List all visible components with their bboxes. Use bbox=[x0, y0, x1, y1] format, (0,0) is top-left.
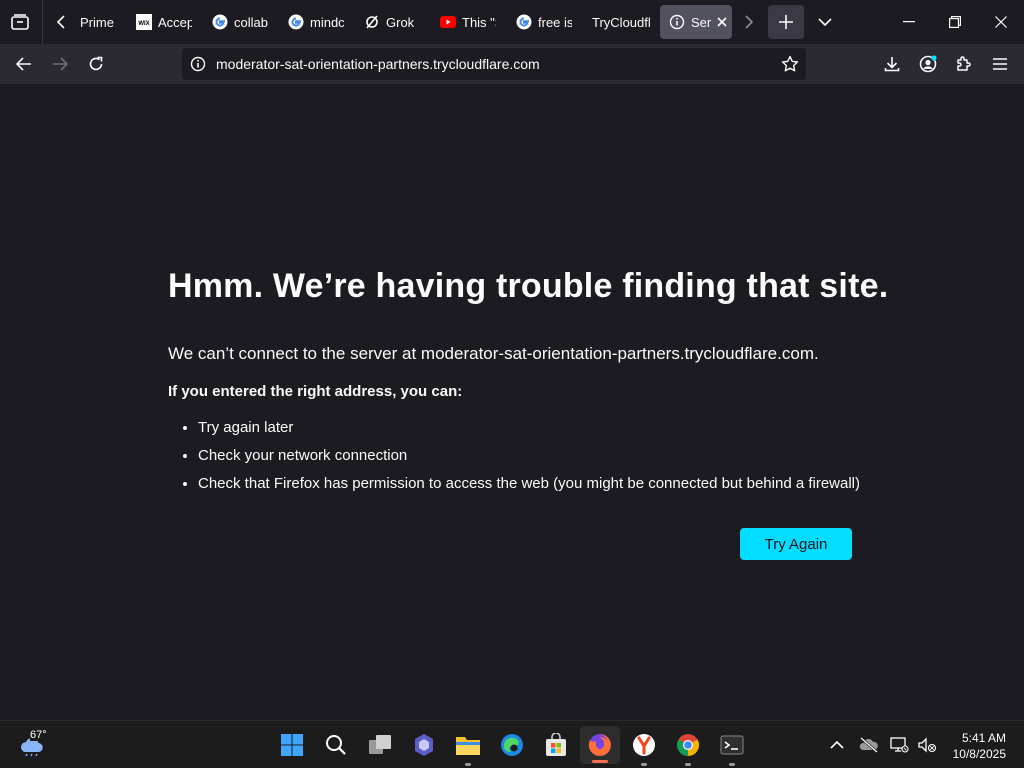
youtube-icon bbox=[440, 14, 456, 30]
tab-label: TryCloudfl bbox=[592, 14, 650, 30]
address-bar[interactable]: moderator-sat-orientation-partners.trycl… bbox=[182, 48, 806, 80]
google-icon bbox=[212, 14, 228, 30]
back-button[interactable] bbox=[8, 48, 40, 80]
error-message: We can’t connect to the server at modera… bbox=[168, 344, 819, 363]
tab-trycloudflare[interactable]: TryCloudfl bbox=[592, 5, 650, 39]
search-button[interactable] bbox=[320, 729, 352, 761]
scroll-tabs-left-icon[interactable] bbox=[50, 11, 72, 33]
tab-label: collab bbox=[234, 14, 268, 30]
yandex-icon bbox=[633, 734, 655, 756]
yandex-browser-app[interactable] bbox=[628, 729, 660, 766]
downloads-icon[interactable] bbox=[876, 48, 908, 80]
tab-wix[interactable]: WIX Accep bbox=[136, 5, 192, 39]
firefox-app[interactable] bbox=[580, 726, 620, 764]
search-icon bbox=[326, 735, 346, 755]
clock-time: 5:41 AM bbox=[961, 731, 1006, 745]
svg-text:WIX: WIX bbox=[138, 21, 149, 27]
reload-button[interactable] bbox=[80, 48, 112, 80]
tab-free-is[interactable]: free is bbox=[516, 5, 572, 39]
tab-mindc[interactable]: mindc bbox=[288, 5, 344, 39]
terminal-app[interactable] bbox=[716, 729, 748, 766]
running-indicator bbox=[592, 760, 608, 763]
folder-icon bbox=[456, 737, 480, 755]
site-info-icon[interactable] bbox=[188, 54, 208, 74]
file-explorer-app[interactable] bbox=[452, 729, 484, 766]
microsoft-store-app[interactable] bbox=[540, 729, 572, 761]
hint-heading: If you entered the right address, you ca… bbox=[168, 383, 463, 400]
tab-strip: Prime WIX Accep collab mindc Grok This "… bbox=[0, 0, 1024, 44]
volume-tray[interactable] bbox=[912, 729, 942, 761]
account-icon[interactable] bbox=[912, 48, 944, 80]
navigation-toolbar: moderator-sat-orientation-partners.trycl… bbox=[0, 44, 1024, 84]
running-indicator bbox=[641, 763, 647, 766]
tab-youtube[interactable]: This "S bbox=[440, 5, 496, 39]
chevron-up-icon bbox=[830, 741, 844, 749]
list-item: Try again later bbox=[198, 414, 860, 442]
url-text[interactable]: moderator-sat-orientation-partners.trycl… bbox=[216, 56, 540, 72]
new-tab-icon[interactable] bbox=[768, 5, 804, 39]
firefox-icon bbox=[588, 734, 611, 756]
running-indicator bbox=[729, 763, 735, 766]
network-tray[interactable] bbox=[884, 729, 914, 761]
list-item: Check your network connection bbox=[198, 442, 860, 470]
copilot-app[interactable] bbox=[408, 729, 440, 761]
wix-icon: WIX bbox=[136, 14, 152, 30]
windows-logo-icon bbox=[281, 734, 303, 756]
edge-app[interactable] bbox=[496, 729, 528, 761]
clock-date: 10/8/2025 bbox=[952, 747, 1006, 761]
error-page: Hmm. We’re having trouble finding that s… bbox=[0, 84, 1024, 720]
onedrive-tray[interactable] bbox=[854, 729, 884, 761]
store-icon bbox=[546, 733, 566, 756]
grok-icon bbox=[364, 14, 380, 30]
tab-label: Prime bbox=[80, 14, 114, 30]
info-icon bbox=[669, 14, 685, 30]
show-hidden-icons-button[interactable] bbox=[822, 729, 852, 761]
menu-hamburger-icon[interactable] bbox=[984, 48, 1016, 80]
tab-label: Accep bbox=[158, 14, 192, 30]
tab-label: Grok bbox=[386, 14, 415, 30]
tab-label: free is bbox=[538, 14, 572, 30]
task-view-button[interactable] bbox=[364, 729, 396, 761]
task-view-icon bbox=[369, 735, 391, 754]
list-all-tabs-icon[interactable] bbox=[814, 11, 836, 33]
volume-muted-icon bbox=[918, 737, 937, 753]
onedrive-offline-icon bbox=[859, 737, 878, 753]
google-icon bbox=[516, 14, 532, 30]
suggestion-list: Try again later Check your network conne… bbox=[168, 414, 860, 498]
network-icon bbox=[890, 737, 909, 753]
tab-grok[interactable]: Grok bbox=[364, 5, 420, 39]
firefox-view-icon[interactable] bbox=[8, 11, 32, 33]
tab-collab[interactable]: collab bbox=[212, 5, 268, 39]
start-button[interactable] bbox=[276, 729, 308, 761]
list-item: Check that Firefox has permission to acc… bbox=[198, 470, 860, 498]
chrome-app[interactable] bbox=[672, 729, 704, 766]
running-indicator bbox=[685, 763, 691, 766]
tab-label: mindc bbox=[310, 14, 344, 30]
try-again-button[interactable]: Try Again bbox=[740, 528, 852, 560]
forward-button[interactable] bbox=[44, 48, 76, 80]
error-title: Hmm. We’re having trouble finding that s… bbox=[168, 267, 889, 305]
google-icon bbox=[288, 14, 304, 30]
running-indicator bbox=[465, 763, 471, 766]
tab-active-server-not-found[interactable]: Ser bbox=[660, 5, 732, 39]
copilot-icon bbox=[415, 734, 433, 756]
tab-label: This "S bbox=[462, 14, 496, 30]
minimize-icon[interactable] bbox=[894, 8, 924, 36]
chrome-icon bbox=[677, 734, 699, 756]
extensions-icon[interactable] bbox=[948, 48, 980, 80]
scroll-tabs-right-icon[interactable] bbox=[738, 11, 760, 33]
weather-temperature: 67° bbox=[30, 729, 47, 741]
toolbar-separator bbox=[42, 0, 43, 44]
terminal-icon bbox=[720, 735, 744, 755]
edge-icon bbox=[501, 734, 523, 756]
bookmark-star-icon[interactable] bbox=[778, 52, 802, 76]
tab-label: Ser bbox=[691, 14, 712, 30]
close-window-icon[interactable] bbox=[986, 8, 1016, 36]
windows-taskbar: 67° 5:41 AM 10/8/2025 bbox=[0, 720, 1024, 768]
tab-prime[interactable]: Prime bbox=[80, 5, 116, 39]
system-clock[interactable]: 5:41 AM 10/8/2025 bbox=[953, 730, 1006, 762]
restore-icon[interactable] bbox=[940, 8, 970, 36]
close-tab-icon[interactable] bbox=[717, 17, 727, 27]
